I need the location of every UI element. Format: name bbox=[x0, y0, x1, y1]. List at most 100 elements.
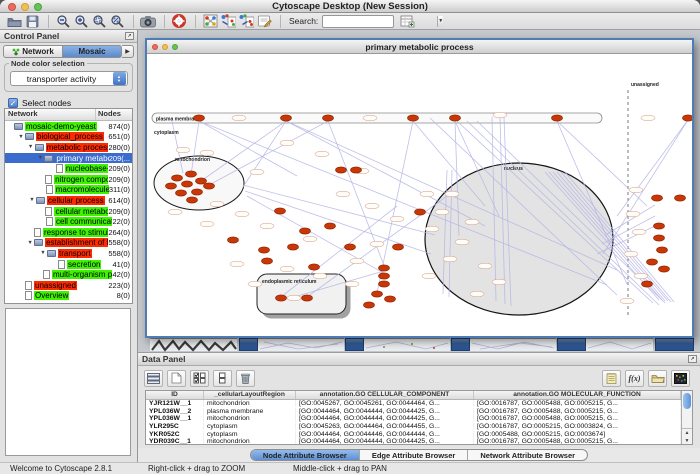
network-node[interactable] bbox=[204, 183, 215, 189]
function-fx-icon[interactable]: f(x) bbox=[625, 370, 644, 387]
table-cell[interactable]: [GO:0016787, GO:0005215, GO:0003824, G..… bbox=[474, 423, 681, 430]
network-node[interactable] bbox=[654, 223, 665, 229]
network-node[interactable] bbox=[192, 189, 203, 195]
edit-page-icon[interactable] bbox=[256, 14, 272, 29]
network-node[interactable] bbox=[172, 175, 183, 181]
network-node[interactable] bbox=[194, 115, 205, 121]
network-node[interactable] bbox=[182, 181, 193, 187]
network-node[interactable] bbox=[647, 259, 658, 265]
network-node[interactable] bbox=[336, 167, 347, 173]
network-node[interactable] bbox=[275, 208, 286, 214]
tree-item-establishment-of-lo[interactable]: ▼establishment of lo558(0) bbox=[5, 238, 132, 249]
network-node[interactable] bbox=[323, 115, 334, 121]
tree-item-unassigned[interactable]: unassigned223(0) bbox=[5, 280, 132, 291]
network-node[interactable] bbox=[187, 197, 198, 203]
table-cell[interactable]: [GO:0044464, GO:0044444, GO:0044425, G..… bbox=[296, 415, 474, 422]
column-header[interactable]: ID bbox=[146, 391, 204, 399]
network-node[interactable] bbox=[288, 244, 299, 250]
column-header[interactable]: _cellularLayoutRegion bbox=[204, 391, 296, 399]
copy-network-right-icon[interactable] bbox=[238, 14, 254, 29]
expander-icon[interactable]: ▼ bbox=[28, 197, 36, 203]
zoom-in-icon[interactable] bbox=[73, 14, 89, 29]
network-node[interactable] bbox=[379, 273, 390, 279]
network-node[interactable] bbox=[228, 237, 239, 243]
network-image-icon[interactable] bbox=[202, 14, 218, 29]
network-node[interactable] bbox=[657, 247, 668, 253]
network-node[interactable] bbox=[683, 115, 693, 121]
table-cell[interactable]: [GO:0045267, GO:0045261, GO:0044464, G..… bbox=[296, 400, 474, 407]
table-cell[interactable]: [GO:0044464, GO:0044444, GO:0044425, G..… bbox=[296, 438, 474, 444]
table-cell[interactable]: mitochondrion bbox=[204, 438, 296, 444]
table-cell[interactable]: YLR295C bbox=[146, 423, 204, 430]
birdseye-view[interactable] bbox=[5, 308, 131, 456]
close-view-icon[interactable] bbox=[152, 44, 158, 50]
table-cell[interactable]: [GO:0016787, GO:0005488, GO:0005215, G..… bbox=[474, 415, 681, 422]
tree-item-cellular-metabo[interactable]: cellular metabo209(0) bbox=[5, 206, 132, 217]
expander-icon[interactable]: ▼ bbox=[17, 134, 25, 140]
network-node[interactable] bbox=[552, 115, 563, 121]
network-node[interactable] bbox=[372, 291, 383, 297]
table-cell[interactable]: YKR052C bbox=[146, 431, 204, 438]
network-node[interactable] bbox=[393, 244, 404, 250]
tab-edge-attribute-browser[interactable]: Edge Attribute Browser bbox=[360, 450, 468, 460]
tab-overflow-arrow[interactable]: ▶ bbox=[122, 45, 134, 58]
column-header[interactable]: annotation.GO MOLECULAR_FUNCTION bbox=[474, 391, 681, 399]
table-cell[interactable]: YPL036W__1 bbox=[146, 415, 204, 422]
table-cell[interactable]: YJR121W__1 bbox=[146, 400, 204, 407]
window-titlebar[interactable]: Cytoscape Desktop (New Session) bbox=[0, 0, 700, 13]
table-cell[interactable]: YPL036W__2 bbox=[146, 408, 204, 415]
table-row[interactable]: YLR295Ccytoplasm[GO:0045263, GO:0044464,… bbox=[146, 423, 681, 431]
table-cell[interactable]: [GO:0005488, GO:0005215, GO:0003674] bbox=[474, 431, 681, 438]
network-node[interactable] bbox=[281, 115, 292, 121]
table-cell[interactable]: [GO:0016787, GO:0005488, GO:0005215, G..… bbox=[474, 408, 681, 415]
network-node[interactable] bbox=[262, 258, 273, 264]
minimize-view-icon[interactable] bbox=[162, 44, 168, 50]
network-canvas-svg[interactable]: plasma membrane cytoplasm mitochondrion … bbox=[147, 54, 692, 336]
zoom-fit-icon[interactable] bbox=[109, 14, 125, 29]
table-row[interactable]: YJR121W__1mitochondrion[GO:0045267, GO:0… bbox=[146, 400, 681, 408]
tree-item-cell-communicat[interactable]: cell communicat22(0) bbox=[5, 216, 132, 227]
table-row[interactable]: YPL036W__1mitochondrion[GO:0044464, GO:0… bbox=[146, 415, 681, 423]
network-node[interactable] bbox=[300, 228, 311, 234]
network-edge[interactable] bbox=[603, 120, 688, 254]
tree-item-primary-metabo[interactable]: ▼primary metabo209(... bbox=[5, 153, 132, 164]
float-panel-icon[interactable]: ↗ bbox=[125, 32, 134, 40]
table-cell[interactable]: cytoplasm bbox=[204, 423, 296, 430]
network-node[interactable] bbox=[259, 247, 270, 253]
search-input-combo[interactable]: ▼ bbox=[322, 15, 394, 28]
open-folder-icon[interactable] bbox=[648, 370, 667, 387]
attribute-matrix-icon[interactable] bbox=[671, 370, 690, 387]
network-window-titlebar[interactable]: primary metabolic process bbox=[147, 40, 692, 54]
network-node[interactable] bbox=[176, 190, 187, 196]
network-node[interactable] bbox=[196, 178, 207, 184]
network-node[interactable] bbox=[166, 183, 177, 189]
network-node[interactable] bbox=[325, 223, 336, 229]
expander-icon[interactable]: ▼ bbox=[36, 155, 44, 161]
tree-item-nitrogen-compo[interactable]: nitrogen compo209(0) bbox=[5, 174, 132, 185]
table-scrollbar[interactable]: ▲▼ bbox=[681, 391, 692, 444]
copy-network-left-icon[interactable] bbox=[220, 14, 236, 29]
table-cell[interactable]: cytoplasm bbox=[204, 431, 296, 438]
unselect-attributes-icon[interactable] bbox=[213, 370, 232, 387]
network-edge[interactable] bbox=[245, 191, 431, 254]
network-node[interactable] bbox=[654, 235, 665, 241]
chevron-down-icon[interactable]: ▼ bbox=[437, 16, 443, 27]
dropdown-stepper-icon[interactable]: ▲▼ bbox=[113, 72, 126, 85]
trash-icon[interactable] bbox=[236, 370, 255, 387]
scrollbar-arrows[interactable]: ▲▼ bbox=[682, 428, 692, 444]
table-cell[interactable]: mitochondrion bbox=[204, 400, 296, 407]
network-node[interactable] bbox=[415, 209, 426, 215]
tree-item-metabolic-process[interactable]: ▼metabolic process280(0) bbox=[5, 142, 132, 153]
open-folder-icon[interactable] bbox=[6, 14, 22, 29]
tab-node-attribute-browser[interactable]: Node Attribute Browser bbox=[251, 450, 360, 460]
network-view-window[interactable]: primary metabolic process plasma membran… bbox=[145, 38, 694, 338]
help-ring-icon[interactable] bbox=[171, 14, 187, 29]
notepad-icon[interactable] bbox=[602, 370, 621, 387]
network-node[interactable] bbox=[652, 195, 663, 201]
select-nodes-checkbox[interactable]: ✓ bbox=[8, 98, 18, 108]
table-cell[interactable]: [GO:0045263, GO:0044464, GO:0044455, G..… bbox=[296, 423, 474, 430]
network-node[interactable] bbox=[351, 167, 362, 173]
save-icon[interactable] bbox=[24, 14, 40, 29]
table-stripes-icon[interactable] bbox=[144, 370, 163, 387]
expander-icon[interactable]: ▼ bbox=[39, 250, 47, 256]
